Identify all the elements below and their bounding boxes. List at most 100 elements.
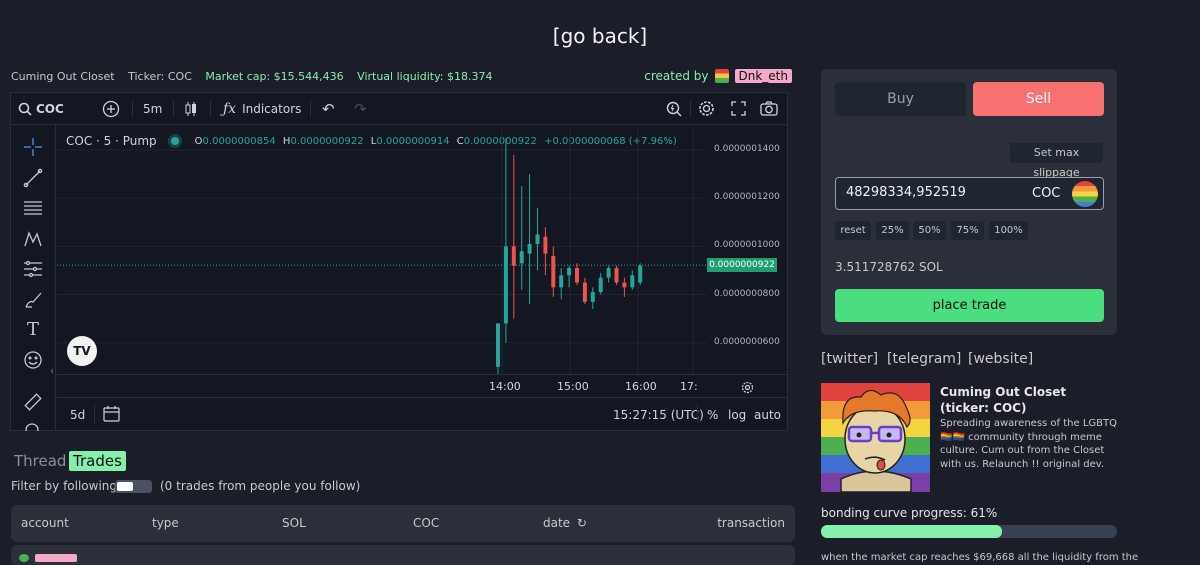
candle-body xyxy=(543,236,548,254)
col-date[interactable]: date ↻ xyxy=(543,516,587,530)
candle-body xyxy=(496,323,500,367)
indicators-label: Indicators xyxy=(242,101,302,116)
tradingview-logo[interactable]: TV xyxy=(67,336,97,366)
ruler-icon[interactable] xyxy=(23,392,43,412)
x-tick-label: 15:00 xyxy=(557,380,589,393)
follow-filter-toggle[interactable] xyxy=(115,480,152,493)
fullscreen-icon[interactable] xyxy=(731,92,746,125)
amount-field[interactable]: COC xyxy=(835,177,1104,210)
candle-body xyxy=(535,234,540,244)
row-avatar xyxy=(19,554,29,562)
horizontal-lines-icon[interactable] xyxy=(23,198,43,218)
token-name: Cuming Out Closet xyxy=(11,70,115,83)
place-trade-button[interactable]: place trade xyxy=(835,289,1104,322)
time-axis[interactable]: 14:00 15:00 16:00 17: xyxy=(57,374,787,396)
x-tick-label: 17: xyxy=(680,380,698,393)
twitter-link[interactable]: [twitter] xyxy=(821,351,878,367)
candle-body xyxy=(614,268,619,283)
creator-link[interactable]: Dnk_eth xyxy=(734,69,792,83)
token-description: Spreading awareness of the LGBTQ 🏳️‍🌈🏳️‍… xyxy=(940,418,1117,470)
candle-body xyxy=(638,265,643,283)
redo-icon[interactable]: ↷ xyxy=(354,92,367,125)
bonding-info-text: when the market cap reaches $69,668 all … xyxy=(821,552,1139,563)
bonding-progress-bar xyxy=(821,525,1117,538)
filter-info: (0 trades from people you follow) xyxy=(160,479,361,493)
candle-body xyxy=(519,251,524,264)
price-chart[interactable] xyxy=(57,126,707,374)
candle-body xyxy=(567,268,572,276)
token-info-line: Cuming Out Closet Ticker: COC Market cap… xyxy=(11,70,502,83)
crosshair-icon[interactable] xyxy=(23,137,43,157)
date-range-icon[interactable] xyxy=(103,405,120,425)
token-ticker: Ticker: COC xyxy=(128,70,192,83)
y-tick-label: 0.0000001200 xyxy=(714,192,780,203)
settings-gear-icon[interactable] xyxy=(698,92,715,125)
chart-type-button[interactable] xyxy=(183,92,199,125)
candle-body xyxy=(582,282,587,302)
y-tick-label: 0.0000001400 xyxy=(714,144,780,155)
auto-toggle[interactable]: auto xyxy=(754,408,781,422)
go-back-link[interactable]: [go back] xyxy=(0,24,1200,48)
sol-output: 3.511728762 SOL xyxy=(835,260,943,274)
percent-toggle[interactable]: % xyxy=(707,408,718,422)
camera-icon[interactable] xyxy=(760,92,778,125)
candle-body xyxy=(622,282,627,288)
website-link[interactable]: [website] xyxy=(968,351,1033,367)
col-type: type xyxy=(152,516,179,530)
compare-button[interactable] xyxy=(102,92,120,125)
axis-settings-icon[interactable] xyxy=(741,379,754,398)
pattern-icon[interactable] xyxy=(23,229,43,249)
y-tick-label: 0.0000000800 xyxy=(714,288,780,299)
interval-button[interactable]: 5m xyxy=(143,92,162,125)
token-title: Cuming Out Closet (ticker: COC) xyxy=(940,385,1067,415)
bonding-progress-fill xyxy=(821,525,1002,538)
tab-trades[interactable]: Trades xyxy=(69,451,126,471)
brush-icon[interactable] xyxy=(23,290,43,310)
candle-body xyxy=(503,246,508,324)
table-row[interactable] xyxy=(11,545,795,565)
chart-bottom-bar: 5d 15:27:15 (UTC) % log auto xyxy=(57,397,787,431)
created-by-label: created by xyxy=(644,69,709,83)
market-cap: Market cap: $15.544,436 xyxy=(205,70,344,83)
candle-body xyxy=(551,256,556,288)
symbol-label: COC xyxy=(36,101,64,116)
percent-75-button[interactable]: 75% xyxy=(951,221,984,240)
filter-label: Filter by following xyxy=(11,479,118,493)
quick-search-icon[interactable] xyxy=(666,92,682,125)
telegram-link[interactable]: [telegram] xyxy=(887,351,961,367)
refresh-icon[interactable]: ↻ xyxy=(577,516,587,530)
candle-body xyxy=(590,292,595,302)
log-toggle[interactable]: log xyxy=(728,408,746,422)
col-sol: SOL xyxy=(282,516,306,530)
set-slippage-button[interactable]: Set max slippage xyxy=(1010,143,1103,179)
buy-tab-button[interactable]: Buy xyxy=(835,82,966,116)
creator-avatar xyxy=(714,69,729,83)
candle-body xyxy=(575,268,579,283)
bonding-curve-label: bonding curve progress: 61% xyxy=(821,506,998,520)
candle-body xyxy=(559,275,564,288)
percent-50-button[interactable]: 50% xyxy=(913,221,946,240)
candle-body xyxy=(527,243,532,254)
amount-input[interactable] xyxy=(846,185,1016,200)
text-tool-icon[interactable]: T xyxy=(23,320,43,340)
fib-tool-icon[interactable] xyxy=(23,259,43,279)
undo-icon[interactable]: ↶ xyxy=(322,92,335,125)
token-coin-icon xyxy=(1072,181,1098,207)
reset-button[interactable]: reset xyxy=(835,221,871,240)
price-axis[interactable]: 0.0000001400 0.0000001200 0.0000001000 0.00… xyxy=(707,126,787,374)
trend-line-icon[interactable] xyxy=(23,168,43,188)
collapse-toolbar-icon[interactable]: ‹ xyxy=(50,366,54,377)
tab-thread[interactable]: Thread xyxy=(14,452,66,470)
indicators-button[interactable]: ƒx Indicators xyxy=(223,92,301,125)
percent-100-button[interactable]: 100% xyxy=(989,221,1028,240)
candle-body xyxy=(598,277,603,293)
range-5d-button[interactable]: 5d xyxy=(70,408,85,422)
symbol-search[interactable]: COC xyxy=(18,92,64,125)
row-account-badge[interactable] xyxy=(35,554,77,562)
fx-icon: ƒx xyxy=(223,100,237,117)
sell-tab-button[interactable]: Sell xyxy=(973,82,1104,116)
chart-clock[interactable]: 15:27:15 (UTC) xyxy=(613,408,704,422)
emoji-icon[interactable] xyxy=(23,350,43,370)
percent-25-button[interactable]: 25% xyxy=(876,221,909,240)
zoom-icon[interactable] xyxy=(23,421,43,431)
